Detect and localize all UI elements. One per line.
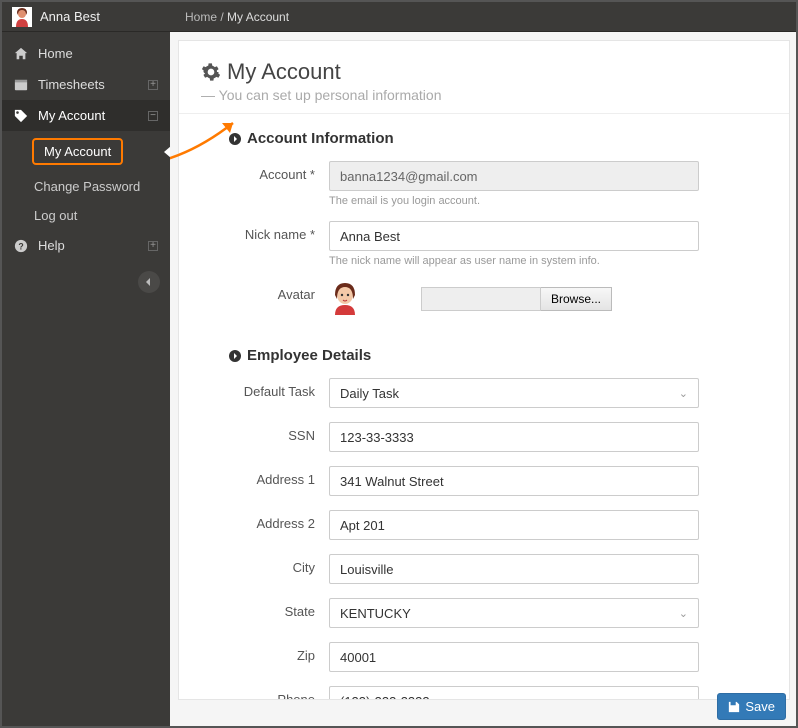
save-icon [728,701,740,713]
sidebar-item-help[interactable]: ? Help + [2,230,170,261]
sidebar: Home Timesheets + My Account − My Accoun… [2,32,170,726]
field-phone: Phone Number [229,686,759,700]
field-default-task: Default Task Daily Task ⌄ [229,378,759,408]
breadcrumb: Home / My Account [170,10,304,24]
sidebar-collapse-button[interactable] [138,271,160,293]
field-address2: Address 2 [229,510,759,540]
topbar: Anna Best Home / My Account [2,2,796,32]
breadcrumb-current: My Account [227,10,289,24]
expand-icon[interactable]: + [148,80,158,90]
content-card: My Account — You can set up personal inf… [178,40,790,700]
svg-text:?: ? [18,241,23,251]
breadcrumb-root[interactable]: Home [185,10,217,24]
nickname-input[interactable] [329,221,699,251]
section-employee-details: Employee Details Default Task Daily Task… [179,331,789,700]
field-nickname: Nick name * The nick name will appear as… [229,221,759,267]
sidebar-sub-my-account[interactable]: My Account [22,131,170,172]
sidebar-sub-change-password[interactable]: Change Password [22,172,170,201]
address1-input[interactable] [329,466,699,496]
help-icon: ? [14,239,28,253]
avatar-icon [12,7,32,27]
phone-input[interactable] [329,686,699,700]
state-select[interactable]: KENTUCKY ⌄ [329,598,699,628]
field-ssn: SSN [229,422,759,452]
avatar-preview [329,281,361,317]
default-task-select[interactable]: Daily Task ⌄ [329,378,699,408]
zip-input[interactable] [329,642,699,672]
sidebar-submenu: My Account Change Password Log out [2,131,170,230]
sidebar-item-timesheets[interactable]: Timesheets + [2,69,170,100]
topbar-username: Anna Best [40,9,100,24]
field-city: City [229,554,759,584]
page-header: My Account — You can set up personal inf… [179,41,789,114]
timesheets-icon [14,78,28,92]
sidebar-item-my-account[interactable]: My Account − [2,100,170,131]
tag-icon [14,109,28,123]
city-input[interactable] [329,554,699,584]
address2-input[interactable] [329,510,699,540]
section-account-info: Account Information Account * The email … [179,114,789,317]
ssn-input[interactable] [329,422,699,452]
field-address1: Address 1 [229,466,759,496]
sidebar-sub-log-out[interactable]: Log out [22,201,170,230]
topbar-user[interactable]: Anna Best [2,7,170,27]
save-button[interactable]: Save [717,693,786,720]
browse-button[interactable]: Browse... [541,287,612,311]
gear-icon [201,62,221,82]
chevron-left-icon [144,277,154,287]
chevron-down-icon: ⌄ [679,387,688,400]
field-account: Account * The email is you login account… [229,161,759,207]
page-title: My Account [227,59,341,85]
page-subtitle: — You can set up personal information [201,87,767,103]
chevron-down-icon: ⌄ [679,607,688,620]
chevron-right-icon [229,133,241,145]
file-path-box [421,287,541,311]
field-avatar: Avatar Browse... [229,281,759,317]
main-content: My Account — You can set up personal inf… [170,32,796,726]
home-icon [14,47,28,61]
chevron-right-icon [229,350,241,362]
collapse-icon[interactable]: − [148,111,158,121]
field-zip: Zip [229,642,759,672]
account-input [329,161,699,191]
field-state: State KENTUCKY ⌄ [229,598,759,628]
expand-icon[interactable]: + [148,241,158,251]
sidebar-item-home[interactable]: Home [2,38,170,69]
